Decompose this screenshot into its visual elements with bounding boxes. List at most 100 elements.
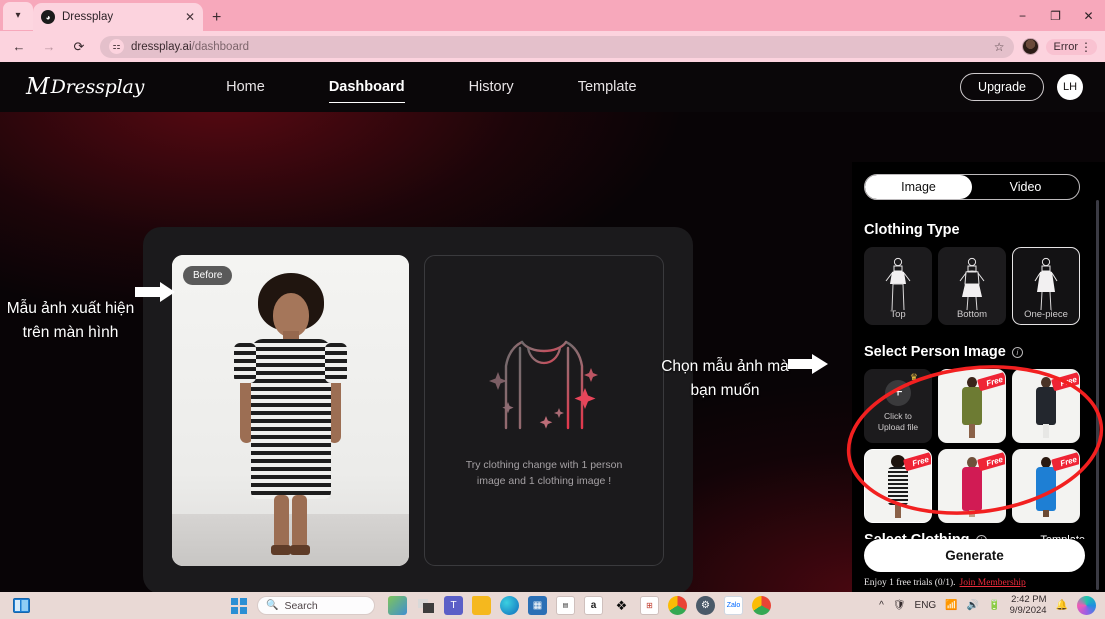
battery-icon[interactable]: 🔋 xyxy=(988,600,1000,611)
tab-search-button[interactable]: ▾ xyxy=(3,2,33,30)
nav-link-history[interactable]: History xyxy=(437,62,546,112)
person-photo xyxy=(172,255,409,566)
taskbar-clock[interactable]: 2:42 PM 9/9/2024 xyxy=(1009,593,1047,617)
annotation-note-2: Chọn mẫu ảnh mà bạn muốn xyxy=(661,358,789,400)
clothing-type-label: Clothing Type xyxy=(864,222,960,238)
star-icon[interactable]: ☆ xyxy=(994,40,1005,54)
minimize-button[interactable]: − xyxy=(1006,0,1039,31)
copilot-icon[interactable] xyxy=(1077,596,1096,615)
user-avatar[interactable]: LH xyxy=(1057,74,1083,100)
upgrade-button[interactable]: Upgrade xyxy=(960,73,1044,101)
error-badge-label: Error xyxy=(1053,40,1078,53)
clothing-outline-icon xyxy=(484,332,604,440)
panel-scroll-area: Image Video Clothing Type Top Bottom One… xyxy=(852,162,1105,592)
tab-image[interactable]: Image xyxy=(865,175,972,199)
chrome-active-icon[interactable] xyxy=(752,596,771,615)
clothing-type-bottom[interactable]: Bottom xyxy=(938,247,1006,325)
new-tab-button[interactable]: + xyxy=(212,9,221,27)
system-tray: chevron-up-icon ^ 🛡 ENG 📶 🔊 🔋 2:42 PM 9/… xyxy=(870,593,1105,617)
trial-text: Enjoy 1 free trials (0/1). xyxy=(864,578,956,588)
tune-icon[interactable]: ⚏ xyxy=(109,39,124,54)
windows-start-icon[interactable] xyxy=(229,596,248,615)
generate-button[interactable]: Generate xyxy=(864,539,1085,572)
back-icon[interactable]: ← xyxy=(8,36,30,58)
nav-link-dashboard[interactable]: Dashboard xyxy=(297,62,437,112)
taskbar-app-icons: T ▦ ▤ a ❖ ⊞ ⚙ Zalo xyxy=(388,596,771,615)
language-indicator[interactable]: ENG xyxy=(915,600,937,611)
person-thumbnail[interactable]: Free xyxy=(938,449,1006,523)
security-alert-icon[interactable]: 🛡 xyxy=(893,600,906,611)
task-view-icon[interactable] xyxy=(416,596,435,615)
logo-text: Dressplay xyxy=(50,76,145,98)
taskbar-center: 🔍 Search T ▦ ▤ a ❖ ⊞ ⚙ Zalo xyxy=(229,596,771,615)
clothing-type-one-piece[interactable]: One-piece xyxy=(1012,247,1080,325)
browser-tab[interactable]: ◕ Dressplay ✕ xyxy=(33,3,203,31)
forward-icon[interactable]: → xyxy=(38,36,60,58)
volume-icon[interactable]: 🔊 xyxy=(967,600,979,611)
zalo-icon[interactable]: Zalo xyxy=(724,596,743,615)
wifi-icon[interactable]: 📶 xyxy=(945,600,957,611)
person-thumbnail-selected[interactable]: Free xyxy=(864,449,932,523)
chrome-icon[interactable] xyxy=(668,596,687,615)
result-placeholder-panel[interactable]: Try clothing change with 1 person image … xyxy=(424,255,664,566)
upload-file-tile[interactable]: + ♛ Click to Upload file xyxy=(864,369,932,443)
windows-taskbar: 🔍 Search T ▦ ▤ a ❖ ⊞ ⚙ Zalo ^ 🛡 ENG 📶 🔊 … xyxy=(0,592,1105,619)
person-image-title: Select Person Image i xyxy=(864,344,1085,360)
widgets-icon[interactable] xyxy=(388,596,407,615)
workspace-canvas: Before Try clothing change with 1 person… xyxy=(0,112,1105,592)
person-image-grid: + ♛ Click to Upload file Free Free Free … xyxy=(864,369,1085,523)
teams-icon[interactable]: T xyxy=(444,596,463,615)
amazon-a-icon[interactable]: a xyxy=(584,596,603,615)
file-explorer-icon[interactable] xyxy=(472,596,491,615)
mannequin-one-piece-icon xyxy=(1029,256,1063,319)
clothing-type-title: Clothing Type xyxy=(864,222,1085,238)
tab-video[interactable]: Video xyxy=(972,175,1079,199)
bell-icon[interactable]: 🔔 xyxy=(1056,600,1068,611)
panel-scrollbar[interactable] xyxy=(1096,200,1099,590)
amazon-icon[interactable]: ▤ xyxy=(556,596,575,615)
browser-toolbar: ← → ⟳ ⚏ dressplay.ai/dashboard ☆ Error ⋮ xyxy=(0,31,1105,62)
profile-avatar[interactable] xyxy=(1021,38,1039,55)
person-thumbnail[interactable]: Free xyxy=(1012,369,1080,443)
nav-link-template[interactable]: Template xyxy=(546,62,669,112)
app-icon[interactable]: ⊞ xyxy=(640,596,659,615)
taskbar-search[interactable]: 🔍 Search xyxy=(257,596,375,615)
annotation-note-1: Mẫu ảnh xuất hiện trên màn hình xyxy=(6,300,135,342)
web-app: M Dressplay Home Dashboard History Templ… xyxy=(0,62,1105,592)
dropbox-icon[interactable]: ❖ xyxy=(612,596,631,615)
maximize-button[interactable]: ❐ xyxy=(1039,0,1072,31)
close-window-button[interactable]: ✕ xyxy=(1072,0,1105,31)
search-icon: 🔍 xyxy=(266,600,279,611)
edge-icon[interactable] xyxy=(500,596,519,615)
reload-icon[interactable]: ⟳ xyxy=(68,36,90,58)
browser-tab-strip: ▾ ◕ Dressplay ✕ + − ❐ ✕ xyxy=(0,0,1105,31)
panel-footer: Generate Enjoy 1 free trials (0/1). Join … xyxy=(864,539,1085,592)
trial-status: Enjoy 1 free trials (0/1). Join Membershi… xyxy=(864,578,1085,588)
clock-time: 2:42 PM xyxy=(1011,593,1047,605)
error-badge[interactable]: Error ⋮ xyxy=(1045,38,1097,55)
mannequin-bottom-icon xyxy=(955,256,989,319)
info-icon[interactable]: i xyxy=(1011,346,1023,358)
clothing-type-top[interactable]: Top xyxy=(864,247,932,325)
close-icon[interactable]: ✕ xyxy=(185,11,195,23)
tray-overflow-glyph[interactable]: ^ xyxy=(879,600,884,611)
mode-toggle[interactable]: Image Video xyxy=(864,174,1080,200)
taskbar-left xyxy=(0,596,31,615)
person-thumbnail[interactable]: Free xyxy=(1012,449,1080,523)
dressplay-favicon: ◕ xyxy=(41,10,55,24)
tab-title: Dressplay xyxy=(62,11,114,23)
address-bar-url: dressplay.ai/dashboard xyxy=(131,41,249,53)
address-bar[interactable]: ⚏ dressplay.ai/dashboard ☆ xyxy=(100,35,1014,58)
settings-icon[interactable]: ⚙ xyxy=(696,596,715,615)
before-image-panel[interactable]: Before xyxy=(172,255,409,566)
app-logo[interactable]: M Dressplay xyxy=(26,75,145,99)
search-placeholder: Search xyxy=(284,599,318,612)
microsoft-store-icon[interactable]: ▦ xyxy=(528,596,547,615)
join-membership-link[interactable]: Join Membership xyxy=(960,578,1026,588)
nav-link-home[interactable]: Home xyxy=(194,62,297,112)
toolbar-right: Error ⋮ xyxy=(1021,38,1097,55)
kebab-menu-icon[interactable]: ⋮ xyxy=(1080,41,1092,53)
person-thumbnail[interactable]: Free xyxy=(938,369,1006,443)
clock-date: 9/9/2024 xyxy=(1009,604,1047,616)
window-switch-icon[interactable] xyxy=(12,596,31,615)
